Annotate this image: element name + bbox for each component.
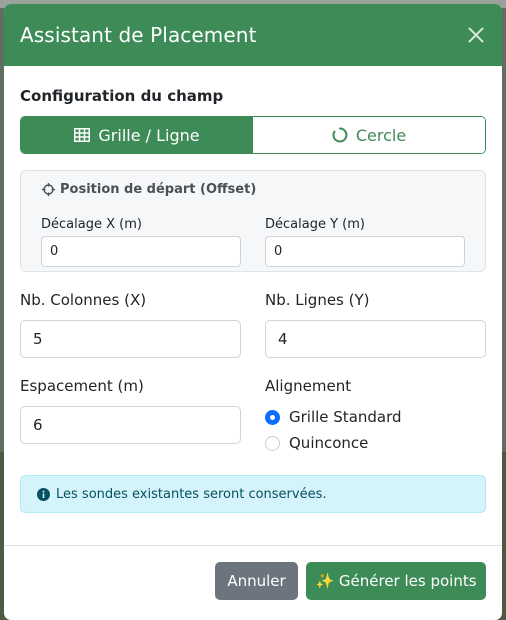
offset-title-text: Position de départ (Offset) xyxy=(60,182,257,197)
generate-points-button[interactable]: ✨ Générer les points xyxy=(306,562,486,600)
cancel-button[interactable]: Annuler xyxy=(215,562,298,600)
modal-header: Assistant de Placement xyxy=(4,4,502,66)
alignment-option-quinconce[interactable]: Quinconce xyxy=(265,434,368,452)
alignment-option-standard[interactable]: Grille Standard xyxy=(265,408,402,426)
radio-quinconce[interactable] xyxy=(265,435,280,451)
mode-toggle: Grille / Ligne Cercle xyxy=(20,116,486,154)
rows-input[interactable]: 4 xyxy=(265,320,486,358)
offset-x-label: Décalage X (m) xyxy=(41,217,142,232)
modal-title: Assistant de Placement xyxy=(20,23,257,47)
mode-circle-button[interactable]: Cercle xyxy=(253,117,485,153)
rows-label: Nb. Lignes (Y) xyxy=(265,291,370,309)
alignment-label: Alignement xyxy=(265,377,352,395)
offset-title: Position de départ (Offset) xyxy=(42,182,256,197)
alignment-standard-label: Grille Standard xyxy=(289,408,402,426)
info-alert: Les sondes existantes seront conservées. xyxy=(20,475,486,513)
offset-x-input[interactable]: 0 xyxy=(41,236,241,267)
table-icon xyxy=(74,128,91,142)
info-circle-icon xyxy=(37,487,50,501)
circle-notch-icon xyxy=(332,127,348,143)
offset-y-input[interactable]: 0 xyxy=(265,236,465,267)
close-icon[interactable] xyxy=(464,23,488,47)
spacing-input[interactable]: 6 xyxy=(20,406,241,444)
crosshairs-icon xyxy=(42,183,55,196)
info-text: Les sondes existantes seront conservées. xyxy=(56,486,327,502)
columns-label: Nb. Colonnes (X) xyxy=(20,291,147,309)
placement-modal: Assistant de Placement Configuration du … xyxy=(4,4,502,620)
spacing-label: Espacement (m) xyxy=(20,377,144,395)
columns-input[interactable]: 5 xyxy=(20,320,241,358)
mode-circle-label: Cercle xyxy=(355,125,407,145)
mode-grid-button[interactable]: Grille / Ligne xyxy=(21,117,253,153)
mode-grid-label: Grille / Ligne xyxy=(98,125,200,145)
offset-y-label: Décalage Y (m) xyxy=(265,217,365,232)
offset-panel: Position de départ (Offset) Décalage X (… xyxy=(20,170,486,272)
footer-divider xyxy=(4,545,502,546)
radio-standard[interactable] xyxy=(265,409,280,425)
section-title: Configuration du champ xyxy=(20,87,224,105)
alignment-quinconce-label: Quinconce xyxy=(289,434,369,452)
